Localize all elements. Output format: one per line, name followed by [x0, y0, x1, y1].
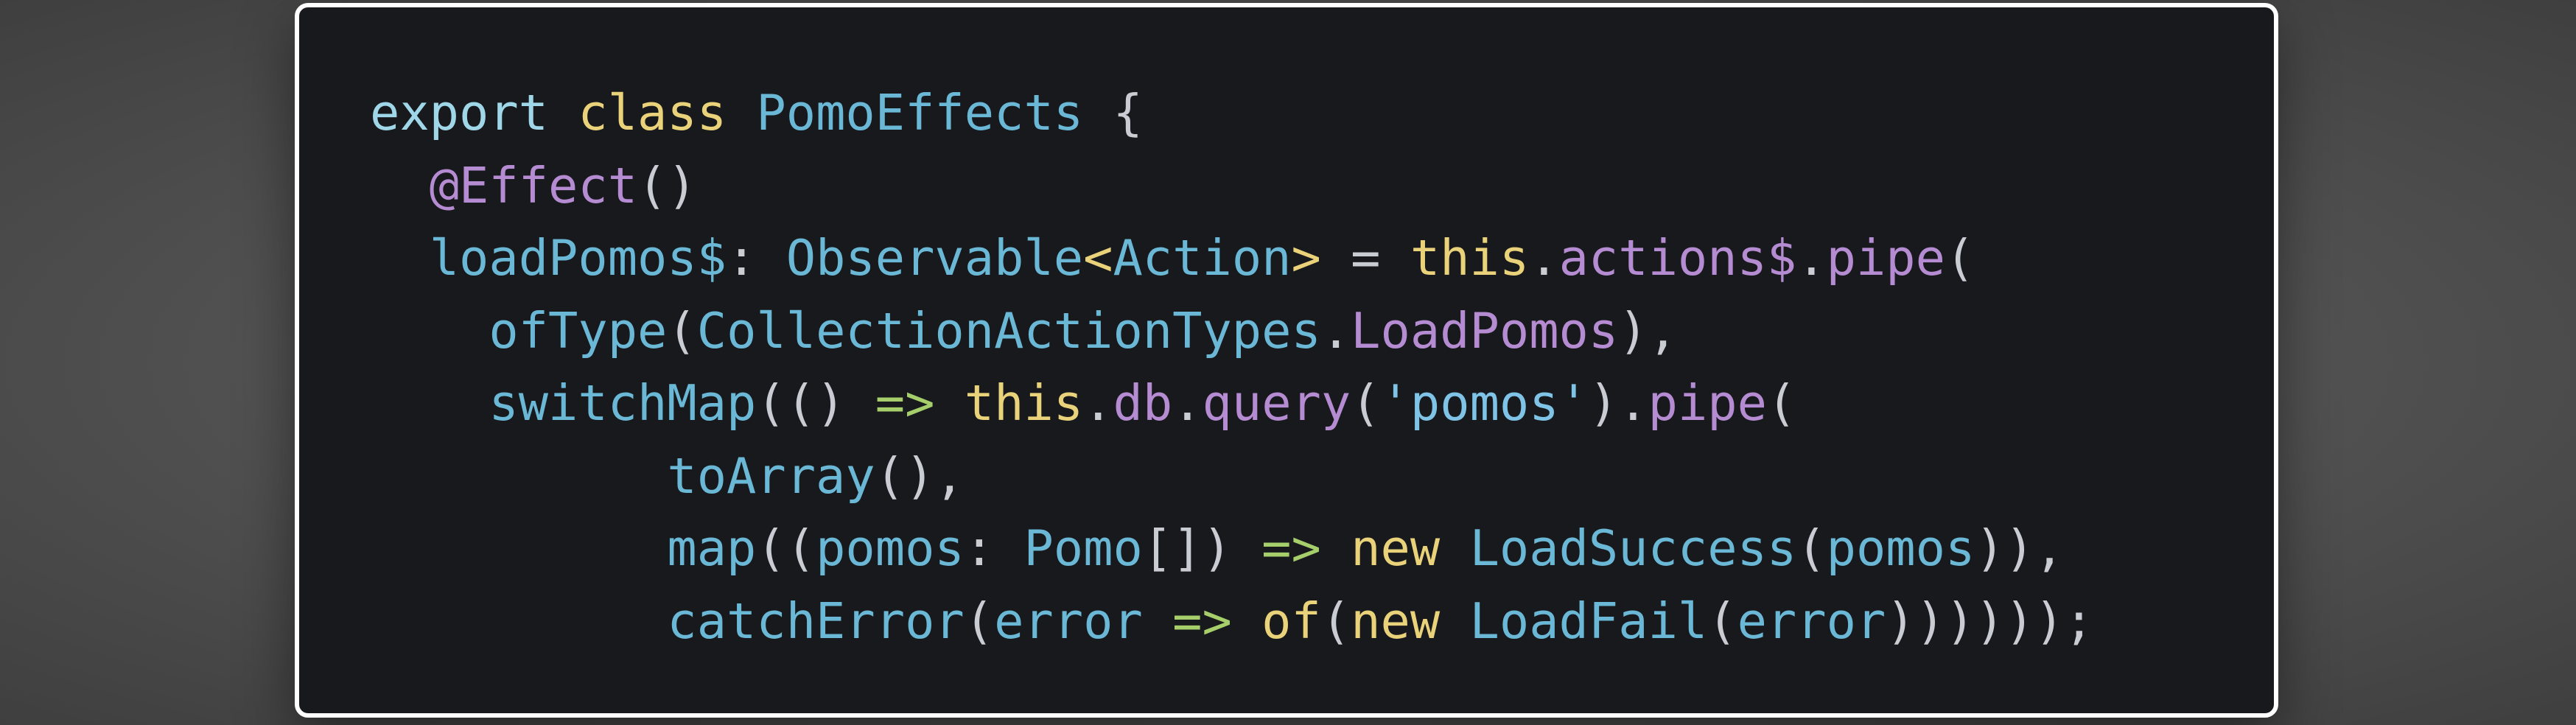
code-token: loadPomos$: [429, 229, 727, 287]
code-token: new: [1351, 519, 1470, 577]
code-token: ((): [756, 374, 875, 432]
code-token: export: [370, 84, 578, 141]
code-token: (: [1766, 374, 1797, 432]
code-token: =: [1320, 229, 1410, 287]
code-token: this: [1410, 229, 1530, 287]
code-token: pipe: [1826, 229, 1945, 287]
code-token: )),: [1975, 519, 2065, 577]
code-token: .: [1172, 374, 1203, 432]
code-line: export class PomoEffects {: [370, 77, 2094, 150]
code-token: ofType: [489, 301, 668, 360]
code-token: .: [1796, 229, 1827, 287]
code-line: ofType(CollectionActionTypes.LoadPomos),: [370, 295, 2094, 368]
code-token: CollectionActionTypes: [696, 301, 1321, 360]
code-token: .: [1083, 374, 1113, 432]
code-token: PomoEffects: [756, 84, 1084, 141]
code-line: @Effect(): [370, 150, 2094, 223]
code-token: query: [1202, 374, 1351, 432]
code-token: new: [1351, 592, 1470, 650]
code-token: this: [964, 374, 1084, 432]
code-token: :: [964, 519, 1024, 577]
code-token: LoadPomos: [1351, 301, 1619, 360]
code-token: (: [964, 592, 995, 650]
code-token: ((: [756, 519, 816, 577]
code-block: export class PomoEffects { @Effect() loa…: [370, 77, 2094, 657]
code-token: .: [1529, 229, 1559, 287]
code-token: {: [1083, 84, 1143, 141]
code-line: loadPomos$: Observable<Action> = this.ac…: [370, 222, 2094, 295]
code-token: []): [1142, 519, 1262, 577]
code-token: =>: [1261, 519, 1321, 577]
code-token: LoadSuccess: [1469, 519, 1797, 577]
code-token: toArray: [667, 446, 875, 505]
code-token: (: [1320, 592, 1351, 650]
code-token: (: [1796, 519, 1827, 577]
code-token: db: [1113, 374, 1173, 432]
code-token: 'pomos': [1380, 374, 1589, 432]
code-token: =>: [875, 374, 935, 432]
code-token: Pomo: [1023, 519, 1143, 577]
code-token: .: [1320, 301, 1351, 360]
code-token: of: [1261, 592, 1321, 650]
code-token: ))))));: [1886, 592, 2094, 650]
code-line: toArray(),: [370, 440, 2094, 513]
code-token: pomos: [1826, 519, 1975, 577]
code-token: (),: [875, 446, 965, 505]
code-token: >: [1291, 229, 1321, 287]
code-token: <: [1083, 229, 1113, 287]
code-token: :: [727, 229, 786, 287]
code-token: actions$: [1558, 229, 1797, 287]
code-token: switchMap: [489, 374, 757, 432]
code-token: (: [1351, 374, 1381, 432]
code-token: class: [578, 84, 757, 141]
code-token: @Effect: [429, 156, 638, 214]
code-line: map((pomos: Pomo[]) => new LoadSuccess(p…: [370, 512, 2094, 585]
code-token: (): [637, 156, 697, 214]
code-line: switchMap(() => this.db.query('pomos').p…: [370, 367, 2094, 440]
code-token: (: [1707, 592, 1737, 650]
code-token: Observable: [785, 229, 1084, 287]
code-token: pipe: [1648, 374, 1767, 432]
code-token: error: [994, 592, 1143, 650]
code-token: ),: [1618, 301, 1678, 360]
code-token: error: [1737, 592, 1886, 650]
code-line: catchError(error => of(new LoadFail(erro…: [370, 585, 2094, 658]
code-token: (: [667, 301, 697, 360]
code-token: catchError: [667, 592, 965, 650]
code-token: Action: [1113, 229, 1292, 287]
code-token: =>: [1172, 592, 1232, 650]
code-window: export class PomoEffects { @Effect() loa…: [295, 3, 2278, 718]
code-token: ).: [1588, 374, 1648, 432]
code-token: (: [1945, 229, 1975, 287]
code-token: pomos: [816, 519, 965, 577]
code-token: map: [667, 519, 757, 577]
code-token: LoadFail: [1469, 592, 1708, 650]
